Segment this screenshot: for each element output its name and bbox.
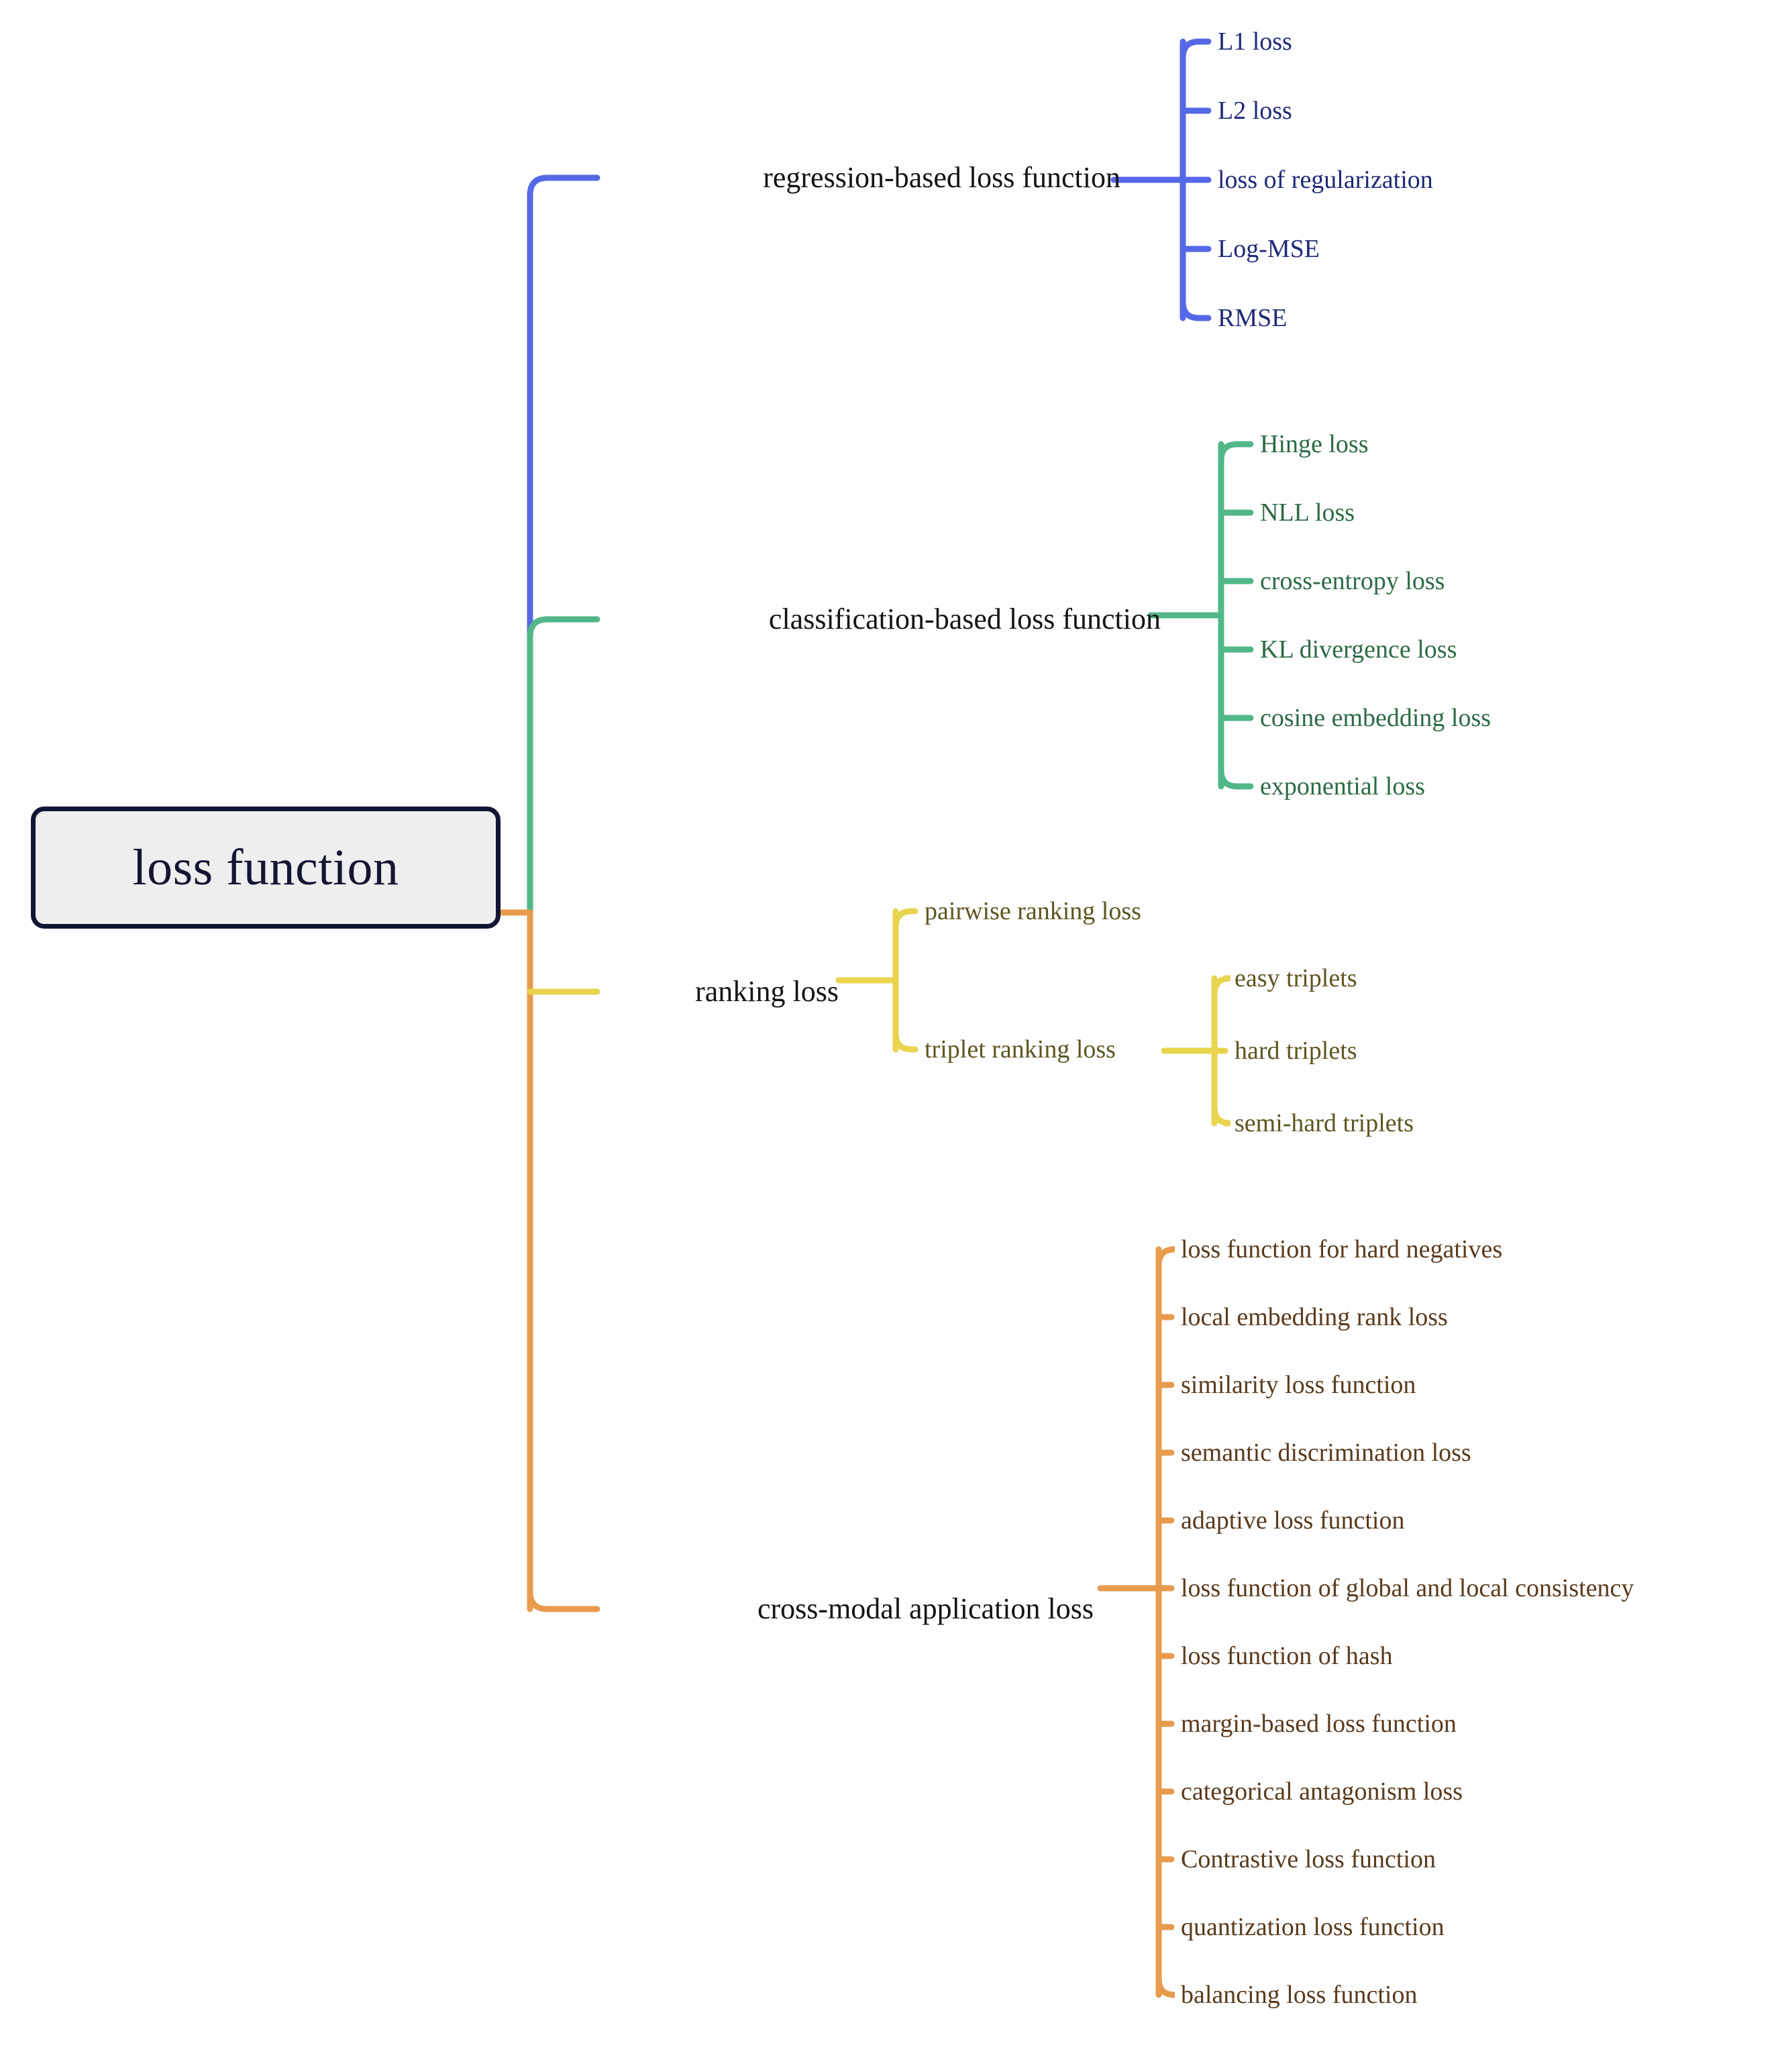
leaf-label: easy triplets (1235, 964, 1357, 992)
leaf-triplet-1[interactable]: hard triplets (1235, 1038, 1357, 1064)
branch-label-regression[interactable]: regression-based loss function (362, 163, 1120, 193)
leaf-triplet-0[interactable]: easy triplets (1235, 966, 1357, 991)
leaf-label: triplet ranking loss (925, 1035, 1116, 1064)
leaf-label: hard triplets (1235, 1037, 1357, 1065)
leaf-cross-modal-8[interactable]: categorical antagonism loss (1181, 1779, 1463, 1804)
leaf-label: Contrastive loss function (1181, 1845, 1436, 1873)
leaf-label: Hinge loss (1260, 430, 1369, 458)
leaf-cross-modal-1[interactable]: local embedding rank loss (1181, 1304, 1448, 1330)
leaf-label: loss function for hard negatives (1181, 1235, 1503, 1263)
leaf-label: loss function of hash (1181, 1642, 1393, 1670)
leaf-cross-modal-3[interactable]: semantic discrimination loss (1181, 1440, 1471, 1465)
leaf-label: pairwise ranking loss (925, 897, 1141, 925)
leaf-cross-modal-9[interactable]: Contrastive loss function (1181, 1847, 1436, 1872)
leaf-label: loss function of global and local consis… (1181, 1574, 1634, 1602)
leaf-cross-modal-4[interactable]: adaptive loss function (1181, 1508, 1404, 1533)
leaf-label: semi-hard triplets (1235, 1109, 1414, 1137)
leaf-label: L1 loss (1218, 28, 1292, 56)
leaf-ranking-0[interactable]: pairwise ranking loss (925, 898, 1141, 924)
leaf-label: NLL loss (1260, 499, 1355, 527)
leaf-regression-4[interactable]: RMSE (1218, 305, 1287, 331)
leaf-triplet-2[interactable]: semi-hard triplets (1235, 1110, 1414, 1136)
leaf-classification-5[interactable]: exponential loss (1260, 774, 1425, 799)
leaf-regression-3[interactable]: Log-MSE (1218, 236, 1320, 262)
branch-label-ranking[interactable]: ranking loss (362, 977, 839, 1006)
leaf-label: semantic discrimination loss (1181, 1439, 1471, 1467)
leaf-classification-1[interactable]: NLL loss (1260, 500, 1355, 525)
leaf-label: adaptive loss function (1181, 1506, 1405, 1535)
leaf-label: local embedding rank loss (1181, 1303, 1448, 1331)
leaf-label: exponential loss (1260, 772, 1425, 800)
leaf-ranking-1[interactable]: triplet ranking loss (925, 1037, 1116, 1062)
leaf-cross-modal-7[interactable]: margin-based loss function (1181, 1711, 1457, 1737)
leaf-cross-modal-5[interactable]: loss function of global and local consis… (1181, 1575, 1634, 1601)
leaf-classification-0[interactable]: Hinge loss (1260, 431, 1369, 457)
leaf-label: L2 loss (1218, 97, 1292, 125)
leaf-cross-modal-6[interactable]: loss function of hash (1181, 1643, 1393, 1669)
connector-lines (493, 38, 1254, 1998)
leaf-regression-0[interactable]: L1 loss (1218, 29, 1292, 54)
leaf-label: quantization loss function (1181, 1913, 1445, 1941)
leaf-label: loss of regularization (1218, 166, 1433, 194)
leaf-label: categorical antagonism loss (1181, 1777, 1463, 1806)
leaf-classification-3[interactable]: KL divergence loss (1260, 637, 1457, 662)
leaf-label: similarity loss function (1181, 1371, 1416, 1399)
leaf-label: balancing loss function (1181, 1981, 1418, 2009)
leaf-label: KL divergence loss (1260, 635, 1457, 664)
leaf-label: Log-MSE (1218, 235, 1320, 263)
leaf-label: cross-entropy loss (1260, 567, 1445, 595)
leaf-classification-4[interactable]: cosine embedding loss (1260, 705, 1491, 731)
leaf-cross-modal-2[interactable]: similarity loss function (1181, 1372, 1416, 1398)
branch-label-classification[interactable]: classification-based loss function (362, 605, 1161, 634)
leaf-cross-modal-0[interactable]: loss function for hard negatives (1181, 1237, 1502, 1262)
branch-label-cross-modal[interactable]: cross-modal application loss (362, 1594, 1094, 1624)
root-node-label: loss function (132, 839, 399, 896)
leaf-label: RMSE (1218, 304, 1288, 332)
leaf-label: margin-based loss function (1181, 1710, 1457, 1738)
mindmap-canvas: loss function regression-based loss func… (0, 0, 1782, 2072)
leaf-label: cosine embedding loss (1260, 704, 1491, 732)
root-node[interactable]: loss function (31, 807, 501, 929)
leaf-regression-1[interactable]: L2 loss (1218, 98, 1292, 123)
leaf-classification-2[interactable]: cross-entropy loss (1260, 568, 1445, 594)
leaf-regression-2[interactable]: loss of regularization (1218, 167, 1433, 193)
leaf-cross-modal-11[interactable]: balancing loss function (1181, 1982, 1417, 2008)
leaf-cross-modal-10[interactable]: quantization loss function (1181, 1914, 1445, 1940)
